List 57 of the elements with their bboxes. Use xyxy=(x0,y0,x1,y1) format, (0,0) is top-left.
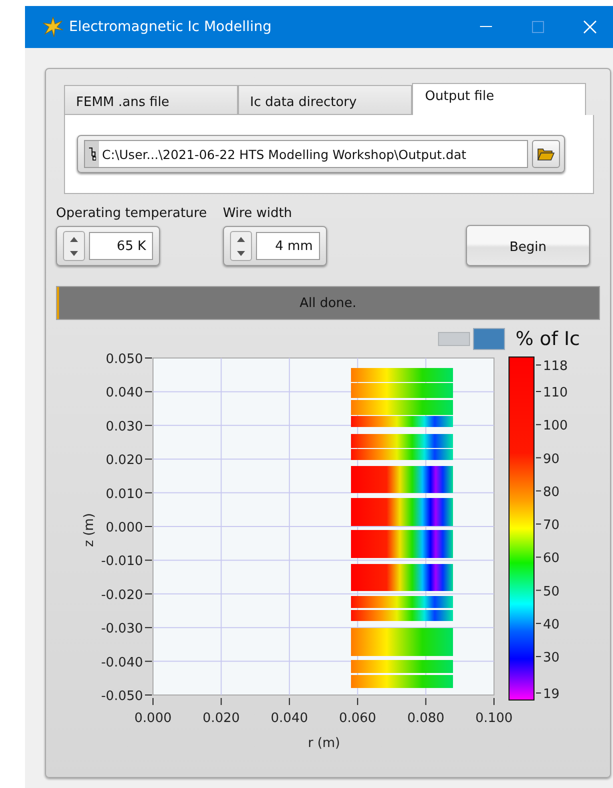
tick-label: -0.030 xyxy=(101,622,143,637)
up-arrow-icon xyxy=(70,236,78,242)
close-icon xyxy=(583,20,597,34)
tab[interactable]: FEMM .ans file xyxy=(64,85,238,115)
path-icon xyxy=(85,141,99,167)
tick-label: 40 xyxy=(543,617,560,632)
spinner-button[interactable] xyxy=(230,231,252,261)
control-label: Operating temperature xyxy=(56,206,207,221)
tick-label: -0.010 xyxy=(101,554,143,570)
axis-title: z (m) xyxy=(82,513,97,547)
window-title: Electromagnetic Ic Modelling xyxy=(69,19,273,35)
status-text: All done. xyxy=(300,296,356,310)
tick-label: 0.020 xyxy=(202,711,240,726)
minimize-icon xyxy=(480,26,492,28)
star-logo-icon xyxy=(43,17,63,37)
tick-label: 0.050 xyxy=(106,352,143,367)
maximize-icon xyxy=(532,21,544,33)
numeric-field[interactable]: 65 K xyxy=(89,232,153,260)
browse-folder-button[interactable] xyxy=(532,140,560,168)
legend-label: % of Ic xyxy=(516,328,580,350)
tick-label: -0.020 xyxy=(101,588,143,603)
numeric-field[interactable]: 4 mm xyxy=(256,232,320,260)
begin-button[interactable]: Begin xyxy=(466,225,590,266)
legend-swatch xyxy=(472,328,504,350)
folder-icon xyxy=(537,147,555,161)
tick-label: 0.080 xyxy=(407,711,444,726)
spinner-button[interactable] xyxy=(63,231,85,261)
tick-label: 50 xyxy=(543,584,560,600)
path-field[interactable]: C:\User...\2021-06-22 HTS Modelling Workshop\Output.dat xyxy=(84,140,528,168)
tick-label: 0.030 xyxy=(106,419,143,434)
tick-label: 100 xyxy=(543,418,568,434)
down-arrow-icon xyxy=(236,250,245,256)
tick-label: 70 xyxy=(543,518,560,534)
tick-label: -0.040 xyxy=(101,655,143,670)
tick-label: 19 xyxy=(543,687,560,702)
tab[interactable]: Ic data directory xyxy=(238,85,412,115)
tick-label: 80 xyxy=(543,484,560,500)
axis-title: r (m) xyxy=(308,736,340,751)
tick-label: 0.060 xyxy=(339,711,376,726)
down-arrow-icon xyxy=(70,250,78,256)
tick-label: 0.010 xyxy=(106,486,143,502)
control-label: Wire width xyxy=(222,206,294,221)
tick-label: 90 xyxy=(543,452,560,467)
tick-label: 0.000 xyxy=(134,711,172,726)
tick-label: 0.000 xyxy=(106,520,143,536)
legend-swatch xyxy=(438,332,470,346)
tick-label: 118 xyxy=(543,359,568,374)
tick-label: 30 xyxy=(543,650,560,666)
tick-label: 60 xyxy=(543,551,560,566)
tick-label: 0.040 xyxy=(270,711,308,726)
up-arrow-icon xyxy=(236,236,245,242)
tick-label: 0.100 xyxy=(475,711,513,726)
tick-label: -0.050 xyxy=(101,689,143,704)
tick-label: 0.020 xyxy=(106,453,143,468)
tick-label: 110 xyxy=(543,386,568,400)
tab[interactable]: Output file xyxy=(412,83,586,115)
tick-label: 0.040 xyxy=(106,386,143,401)
